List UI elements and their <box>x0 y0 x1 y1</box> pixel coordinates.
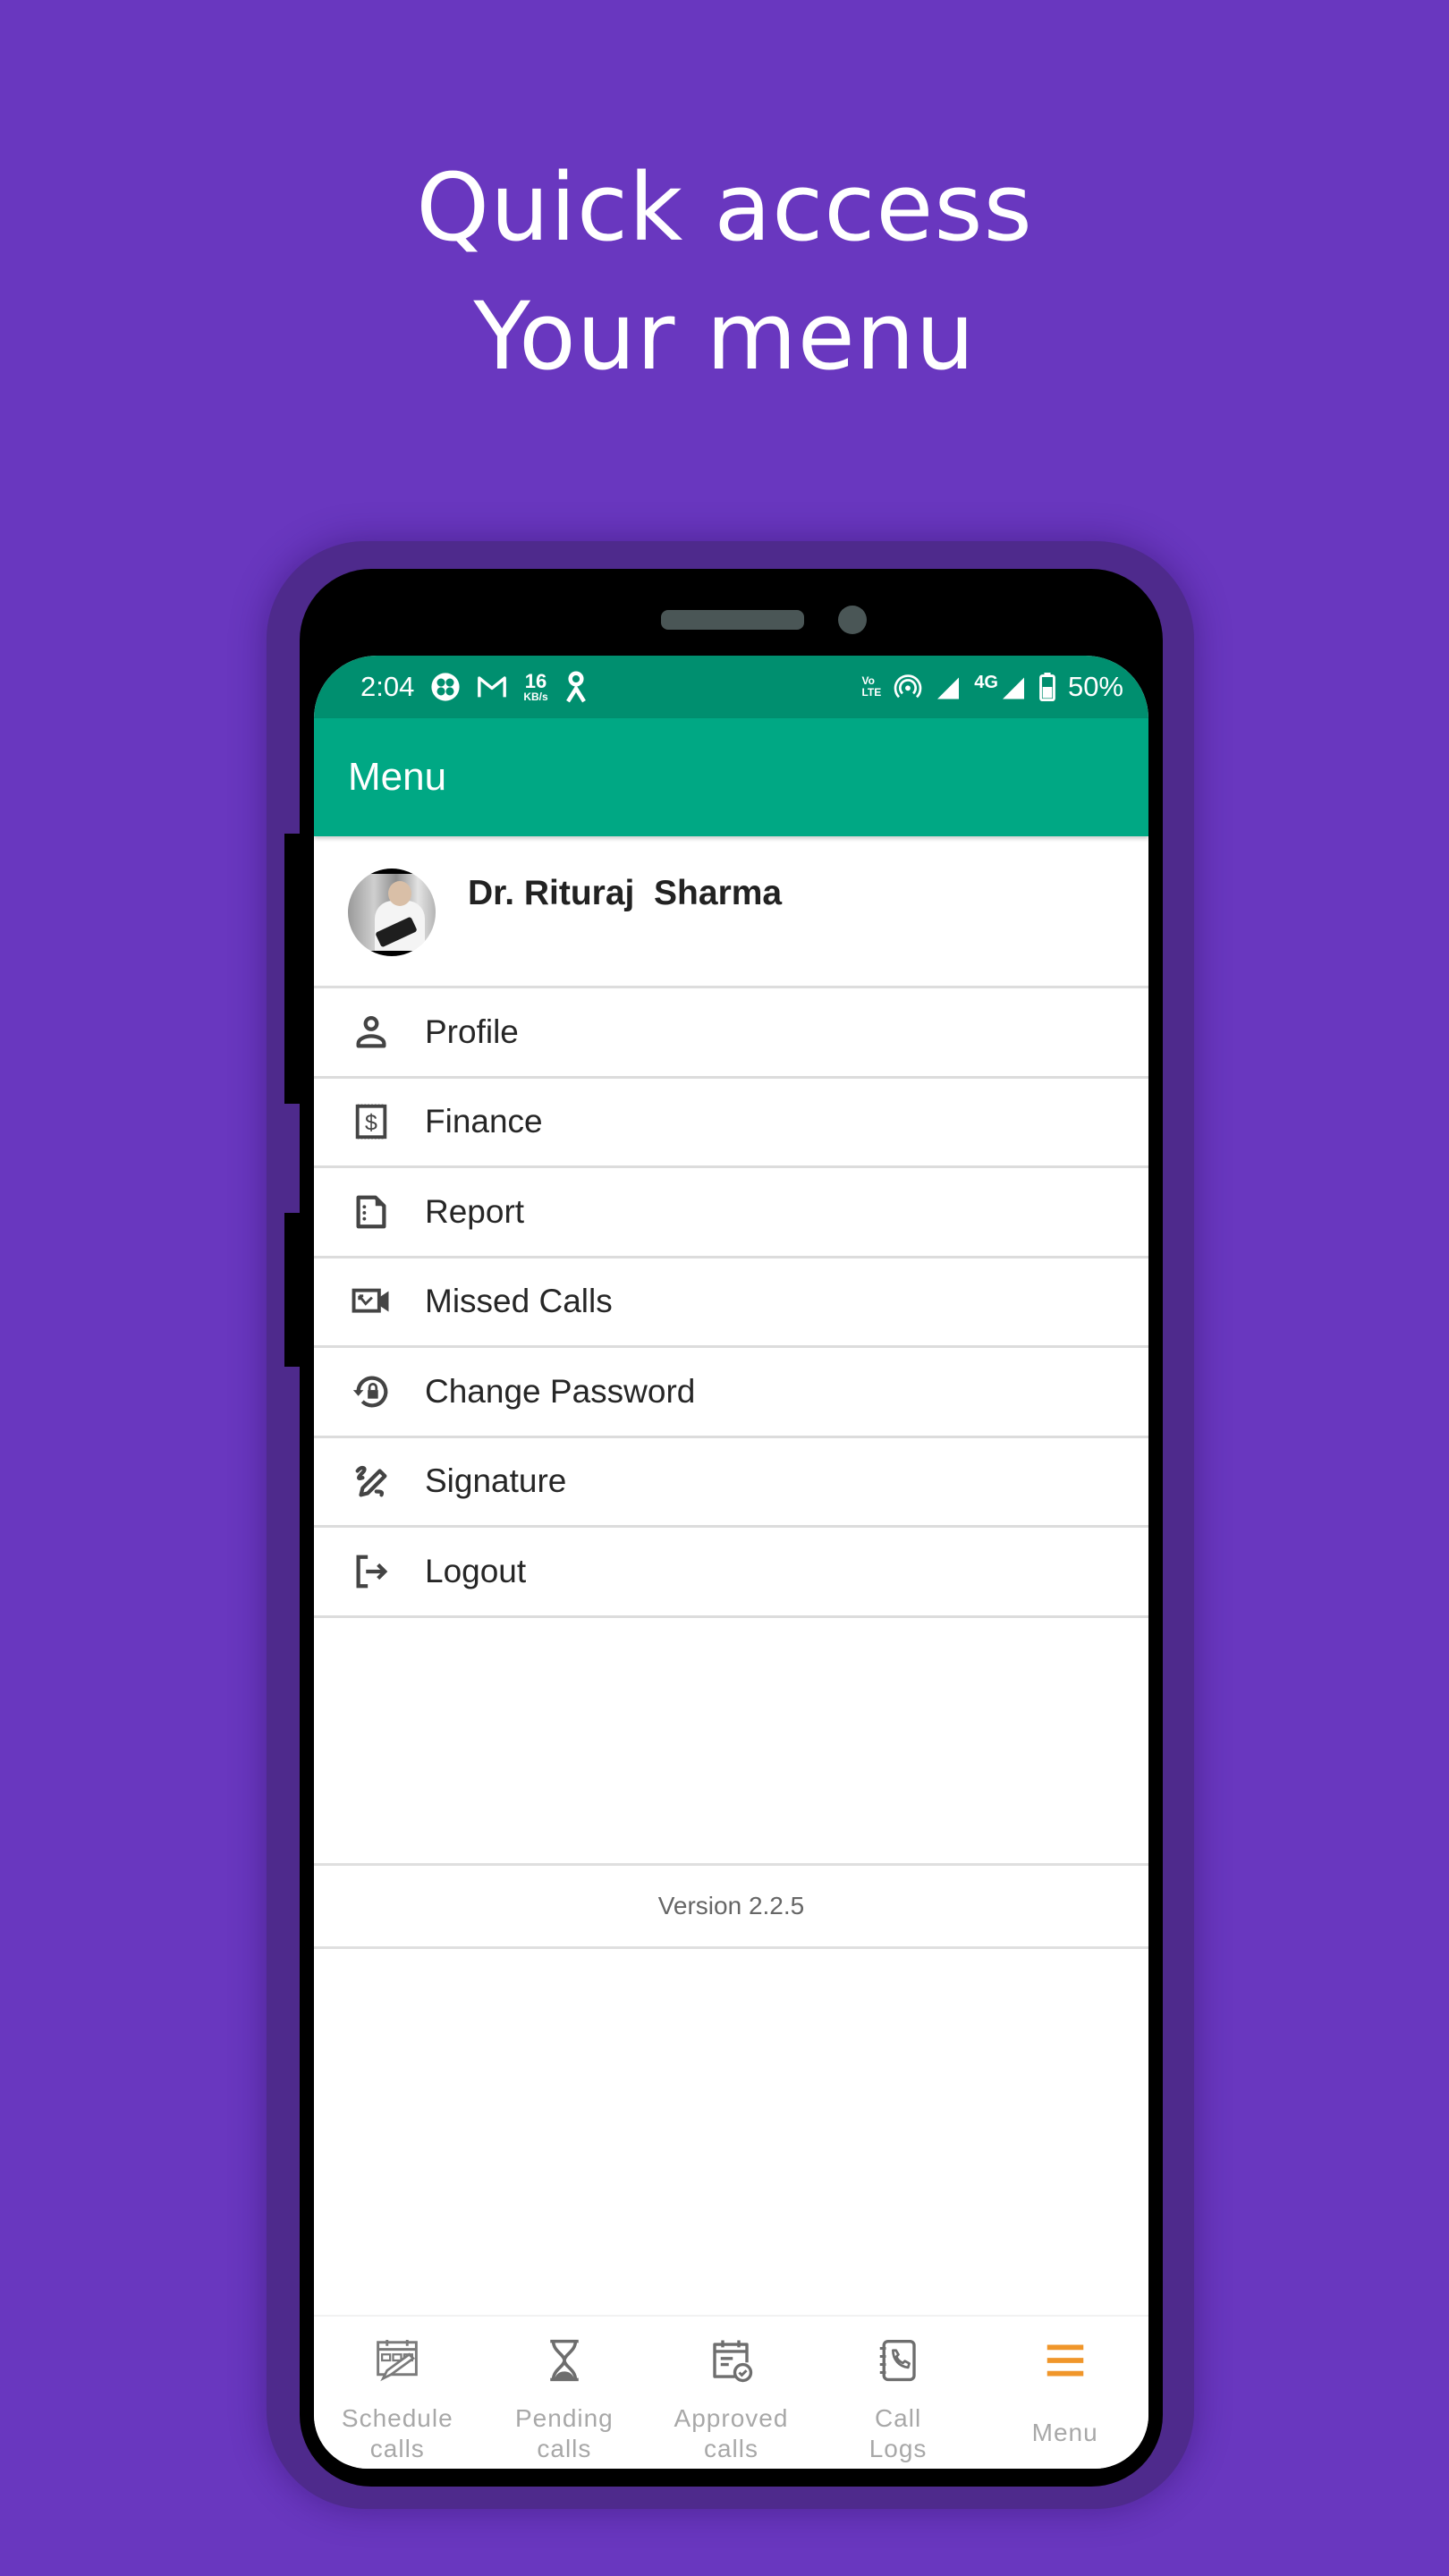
status-time: 2:04 <box>360 671 415 702</box>
volte-icon: Vo LTE <box>861 674 882 699</box>
menu-item-report[interactable]: Report <box>314 1168 1148 1258</box>
menu-item-label: Signature <box>425 1462 567 1500</box>
data-speed-indicator: 16 KB/s <box>523 670 548 703</box>
nav-label: Approved calls <box>674 2404 789 2462</box>
battery-percent: 50% <box>1067 671 1123 702</box>
app-bar: Menu <box>314 718 1148 836</box>
bottom-navigation: Schedule calls Pending calls Approved ca… <box>314 2315 1148 2469</box>
hotspot-icon <box>894 673 922 701</box>
speed-unit: KB/s <box>523 691 548 703</box>
menu-item-label: Change Password <box>425 1372 696 1410</box>
menu-item-finance[interactable]: $ Finance <box>314 1078 1148 1168</box>
hamburger-icon <box>1041 2336 1089 2389</box>
receipt-dollar-icon: $ <box>350 1100 393 1143</box>
headline-line-2: Your menu <box>473 282 976 391</box>
fan-app-icon <box>430 672 461 702</box>
menu-item-label: Report <box>425 1192 525 1230</box>
schedule-calendar-icon <box>373 2336 421 2389</box>
menu-list: Profile $ Finance Report Missed Calls Ch… <box>314 988 1148 1618</box>
phone-speaker <box>661 610 804 630</box>
nav-item-call-logs[interactable]: Call Logs <box>815 2317 982 2469</box>
menu-item-missed-calls[interactable]: Missed Calls <box>314 1258 1148 1348</box>
phone-camera <box>838 606 867 634</box>
speed-value: 16 <box>524 670 547 692</box>
app-bar-title: Menu <box>348 755 447 799</box>
phone-book-icon <box>874 2336 922 2389</box>
menu-item-logout[interactable]: Logout <box>314 1528 1148 1618</box>
phone-screen: 2:04 16 KB/s Vo LTE 4G 50% Menu Dr. Ritu… <box>314 656 1148 2469</box>
avatar <box>348 869 436 956</box>
gmail-icon <box>477 674 507 700</box>
status-bar: 2:04 16 KB/s Vo LTE 4G 50% <box>314 656 1148 718</box>
profile-card[interactable]: Dr. Rituraj Sharma <box>314 836 1148 988</box>
nav-label: Pending calls <box>515 2404 614 2462</box>
signal-icon <box>935 674 962 700</box>
nav-label: Call Logs <box>869 2404 928 2462</box>
logout-icon <box>350 1550 393 1593</box>
nav-item-menu[interactable]: Menu <box>981 2317 1148 2469</box>
hourglass-icon <box>540 2336 589 2389</box>
network-type: 4G <box>974 673 998 692</box>
battery-icon <box>1039 673 1055 701</box>
menu-item-change-password[interactable]: Change Password <box>314 1348 1148 1438</box>
menu-item-label: Missed Calls <box>425 1283 613 1320</box>
calendar-check-icon <box>707 2336 755 2389</box>
menu-item-label: Logout <box>425 1552 527 1589</box>
profile-name: Dr. Rituraj Sharma <box>468 874 783 912</box>
menu-item-label: Profile <box>425 1013 519 1050</box>
signature-icon <box>350 1460 393 1503</box>
menu-item-signature[interactable]: Signature <box>314 1437 1148 1528</box>
person-icon <box>350 1011 393 1054</box>
nav-item-pending-calls[interactable]: Pending calls <box>481 2317 648 2469</box>
nav-label: Schedule calls <box>341 2404 453 2462</box>
nav-label: Menu <box>1031 2419 1098 2446</box>
nav-item-approved-calls[interactable]: Approved calls <box>648 2317 815 2469</box>
menu-item-label: Finance <box>425 1103 543 1140</box>
version-label: Version 2.2.5 <box>314 1863 1148 1949</box>
headline-line-1: Quick access <box>416 153 1033 262</box>
person-app-icon <box>564 671 588 703</box>
promo-headline: Quick access Your menu <box>0 143 1449 401</box>
nav-item-schedule-calls[interactable]: Schedule calls <box>314 2317 481 2469</box>
missed-video-call-icon <box>350 1280 393 1323</box>
report-icon <box>350 1191 393 1233</box>
signal-4g-icon: 4G <box>974 674 1027 700</box>
lock-reset-icon <box>350 1370 393 1413</box>
menu-item-profile[interactable]: Profile <box>314 988 1148 1079</box>
svg-text:$: $ <box>365 1111 377 1136</box>
